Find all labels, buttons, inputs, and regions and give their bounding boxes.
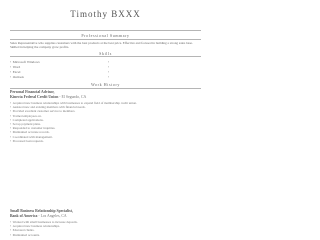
summary-divider (10, 39, 201, 40)
skill-item (108, 65, 111, 69)
company-name-text: Kinecta Federal Credit Union (10, 95, 59, 99)
job-title-text: Personal Financial Advisor, (10, 90, 55, 94)
skill-item (108, 70, 111, 74)
skills-list: Microsoft Windows Word Excel Outlook (10, 57, 201, 83)
company-name-text: Bank of America (10, 214, 38, 218)
skill-item: Excel (10, 70, 21, 74)
company-location: - El Segundo, CA (59, 95, 87, 99)
company-name: Kinecta Federal Credit Union - El Segund… (10, 95, 86, 99)
company-location: - Los Angeles, CA (38, 214, 67, 218)
skill-item: Microsoft Windows (10, 60, 40, 64)
skill-item: Word (10, 65, 20, 69)
skill-item (108, 60, 111, 64)
job-title: Personal Financial Advisor, (10, 90, 54, 94)
header-divider (10, 30, 201, 31)
job-title: Small Business Relationship Specialist, (10, 209, 73, 213)
job-duties-list: Acquired new business relationships with… (10, 101, 170, 143)
resume-page: Timothy BXXX Professional Summary Sales … (0, 0, 211, 239)
list-item: Maintained accounts. (10, 233, 170, 237)
job-duties-list: Worked with small businesses to increase… (10, 220, 170, 237)
list-item: Processed loan requests. (10, 139, 170, 143)
work-history-divider (10, 88, 201, 89)
job-title-text: Small Business Relationship Specialist, (10, 209, 73, 213)
resume-name: Timothy BXXX (70, 9, 141, 19)
summary-text: Sales Representative who supplies custom… (10, 41, 193, 49)
skill-item: Outlook (10, 75, 24, 79)
skill-item (108, 75, 111, 79)
company-name: Bank of America - Los Angeles, CA (10, 214, 67, 218)
summary-heading: Professional Summary (81, 33, 130, 38)
work-history-heading: Work History (91, 82, 120, 87)
